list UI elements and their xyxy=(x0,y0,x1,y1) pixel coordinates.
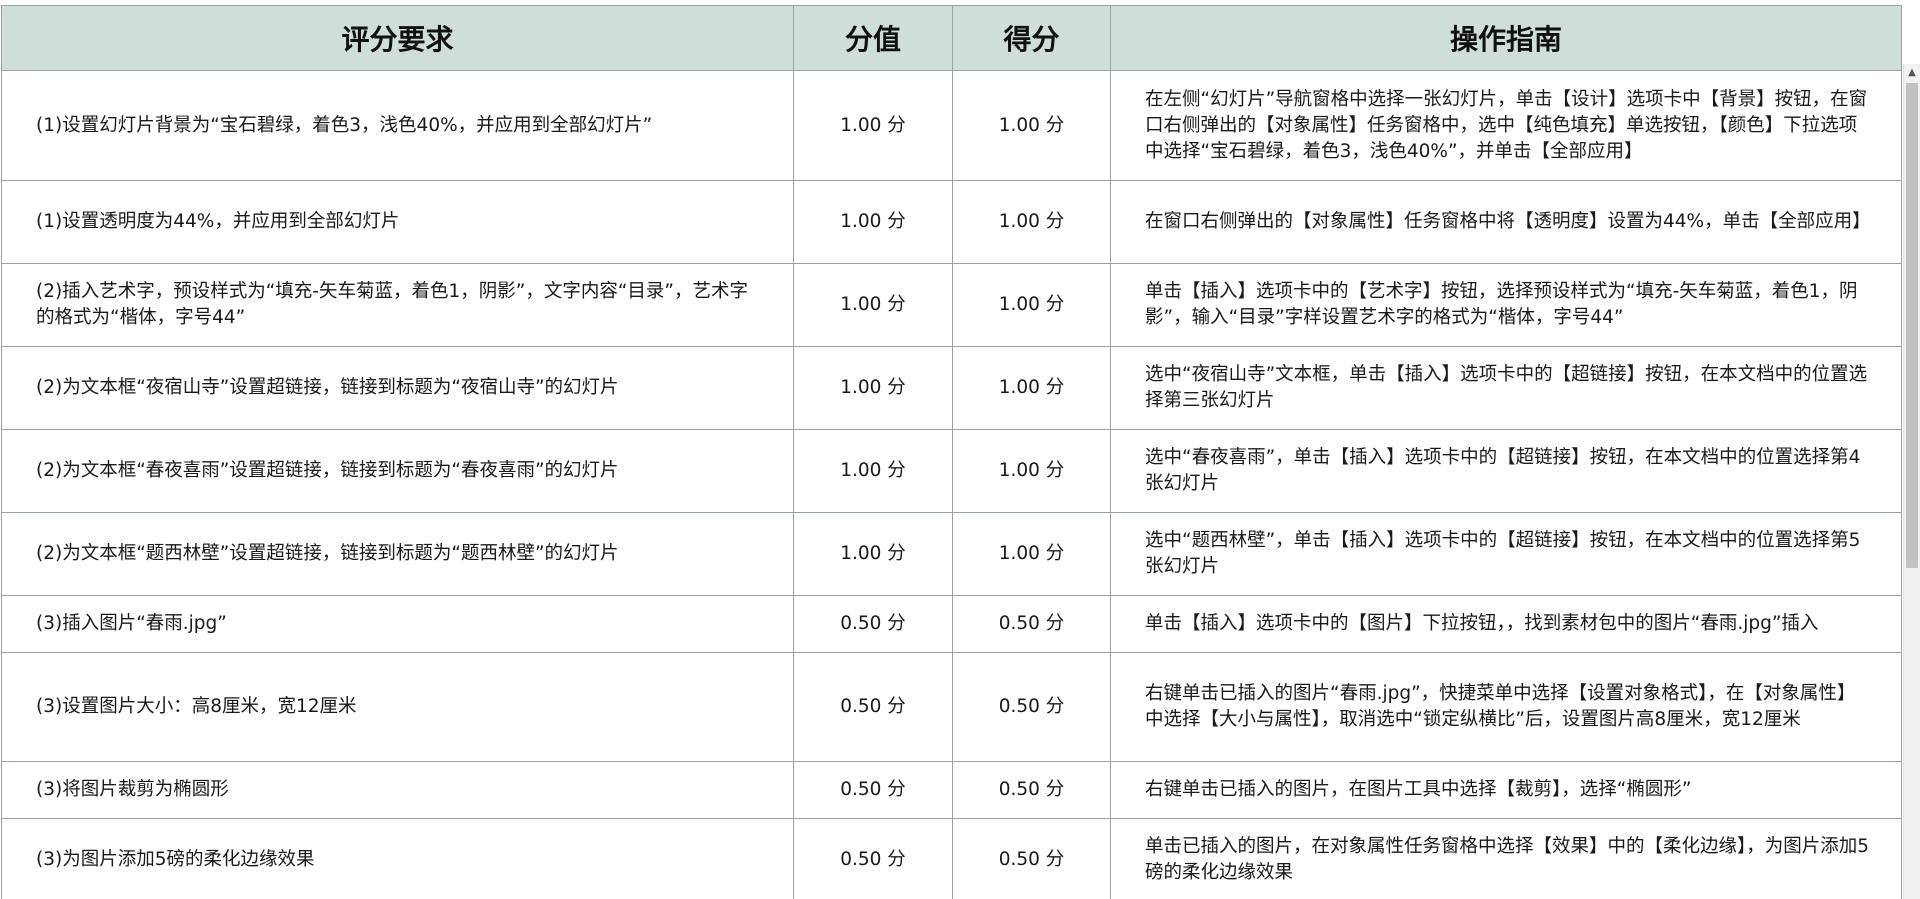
value-cell: 0.50 分 xyxy=(793,595,953,653)
table-row: (2)为文本框“题西林壁”设置超链接，链接到标题为“题西林壁”的幻灯片 1.00… xyxy=(1,512,1902,596)
score-cell: 1.00 分 xyxy=(952,512,1111,596)
table-row: (2)为文本框“春夜喜雨”设置超链接，链接到标题为“春夜喜雨”的幻灯片 1.00… xyxy=(1,429,1902,513)
guide-cell: 选中“夜宿山寺”文本框，单击【插入】选项卡中的【超链接】按钮，在本文档中的位置选… xyxy=(1110,346,1902,430)
header-score: 得分 xyxy=(952,5,1111,71)
score-cell: 1.00 分 xyxy=(952,180,1111,264)
value-cell: 0.50 分 xyxy=(793,818,953,899)
requirement-cell: (2)为文本框“夜宿山寺”设置超链接，链接到标题为“夜宿山寺”的幻灯片 xyxy=(1,346,794,430)
guide-cell: 在窗口右侧弹出的【对象属性】任务窗格中将【透明度】设置为44%，单击【全部应用】 xyxy=(1110,180,1902,264)
grading-viewport: 评分要求 分值 得分 操作指南 (1)设置幻灯片背景为“宝石碧绿，着色3，浅色4… xyxy=(0,0,1920,899)
chevron-up-icon[interactable]: ▲ xyxy=(1904,64,1920,81)
table-row: (1)设置幻灯片背景为“宝石碧绿，着色3，浅色40%，并应用到全部幻灯片” 1.… xyxy=(1,70,1902,181)
score-cell: 0.50 分 xyxy=(952,595,1111,653)
score-cell: 1.00 分 xyxy=(952,263,1111,347)
score-cell: 0.50 分 xyxy=(952,818,1111,899)
requirement-cell: (3)设置图片大小：高8厘米，宽12厘米 xyxy=(1,652,794,762)
score-cell: 1.00 分 xyxy=(952,346,1111,430)
score-cell: 1.00 分 xyxy=(952,70,1111,181)
value-cell: 1.00 分 xyxy=(793,346,953,430)
table-row: (3)插入图片“春雨.jpg” 0.50 分 0.50 分 单击【插入】选项卡中… xyxy=(1,595,1902,653)
header-row: 评分要求 分值 得分 操作指南 xyxy=(1,5,1902,71)
value-cell: 1.00 分 xyxy=(793,429,953,513)
value-cell: 0.50 分 xyxy=(793,761,953,819)
value-cell: 1.00 分 xyxy=(793,180,953,264)
value-cell: 0.50 分 xyxy=(793,652,953,762)
requirement-cell: (2)为文本框“春夜喜雨”设置超链接，链接到标题为“春夜喜雨”的幻灯片 xyxy=(1,429,794,513)
value-cell: 1.00 分 xyxy=(793,70,953,181)
requirement-cell: (1)设置透明度为44%，并应用到全部幻灯片 xyxy=(1,180,794,264)
table-header: 评分要求 分值 得分 操作指南 xyxy=(1,5,1902,71)
header-requirement: 评分要求 xyxy=(1,5,794,71)
requirement-cell: (2)插入艺术字，预设样式为“填充-矢车菊蓝，着色1，阴影”，文字内容“目录”，… xyxy=(1,263,794,347)
header-guide: 操作指南 xyxy=(1110,5,1902,71)
requirement-cell: (3)将图片裁剪为椭圆形 xyxy=(1,761,794,819)
header-value: 分值 xyxy=(793,5,953,71)
table-row: (2)插入艺术字，预设样式为“填充-矢车菊蓝，着色1，阴影”，文字内容“目录”，… xyxy=(1,263,1902,347)
guide-cell: 选中“题西林壁”，单击【插入】选项卡中的【超链接】按钮，在本文档中的位置选择第5… xyxy=(1110,512,1902,596)
table-body: (1)设置幻灯片背景为“宝石碧绿，着色3，浅色40%，并应用到全部幻灯片” 1.… xyxy=(1,70,1902,899)
guide-cell: 单击【插入】选项卡中的【图片】下拉按钮，，找到素材包中的图片“春雨.jpg”插入 xyxy=(1110,595,1902,653)
table-row: (2)为文本框“夜宿山寺”设置超链接，链接到标题为“夜宿山寺”的幻灯片 1.00… xyxy=(1,346,1902,430)
table-row: (3)设置图片大小：高8厘米，宽12厘米 0.50 分 0.50 分 右键单击已… xyxy=(1,652,1902,762)
requirement-cell: (1)设置幻灯片背景为“宝石碧绿，着色3，浅色40%，并应用到全部幻灯片” xyxy=(1,70,794,181)
scrollbar-thumb[interactable] xyxy=(1906,83,1918,568)
requirement-cell: (3)插入图片“春雨.jpg” xyxy=(1,595,794,653)
guide-cell: 单击【插入】选项卡中的【艺术字】按钮，选择预设样式为“填充-矢车菊蓝，着色1，阴… xyxy=(1110,263,1902,347)
vertical-scrollbar[interactable]: ▲ xyxy=(1903,64,1920,899)
guide-cell: 选中“春夜喜雨”，单击【插入】选项卡中的【超链接】按钮，在本文档中的位置选择第4… xyxy=(1110,429,1902,513)
table-row: (1)设置透明度为44%，并应用到全部幻灯片 1.00 分 1.00 分 在窗口… xyxy=(1,180,1902,264)
guide-cell: 右键单击已插入的图片，在图片工具中选择【裁剪】，选择“椭圆形” xyxy=(1110,761,1902,819)
value-cell: 1.00 分 xyxy=(793,512,953,596)
value-cell: 1.00 分 xyxy=(793,263,953,347)
requirement-cell: (3)为图片添加5磅的柔化边缘效果 xyxy=(1,818,794,899)
requirement-cell: (2)为文本框“题西林壁”设置超链接，链接到标题为“题西林壁”的幻灯片 xyxy=(1,512,794,596)
grading-table: 评分要求 分值 得分 操作指南 (1)设置幻灯片背景为“宝石碧绿，着色3，浅色4… xyxy=(1,5,1902,899)
guide-cell: 在左侧“幻灯片”导航窗格中选择一张幻灯片，单击【设计】选项卡中【背景】按钮，在窗… xyxy=(1110,70,1902,181)
score-cell: 1.00 分 xyxy=(952,429,1111,513)
table-row: (3)将图片裁剪为椭圆形 0.50 分 0.50 分 右键单击已插入的图片，在图… xyxy=(1,761,1902,819)
table-row: (3)为图片添加5磅的柔化边缘效果 0.50 分 0.50 分 单击已插入的图片… xyxy=(1,818,1902,899)
score-cell: 0.50 分 xyxy=(952,652,1111,762)
score-cell: 0.50 分 xyxy=(952,761,1111,819)
guide-cell: 右键单击已插入的图片“春雨.jpg”，快捷菜单中选择【设置对象格式】，在【对象属… xyxy=(1110,652,1902,762)
guide-cell: 单击已插入的图片，在对象属性任务窗格中选择【效果】中的【柔化边缘】，为图片添加5… xyxy=(1110,818,1902,899)
